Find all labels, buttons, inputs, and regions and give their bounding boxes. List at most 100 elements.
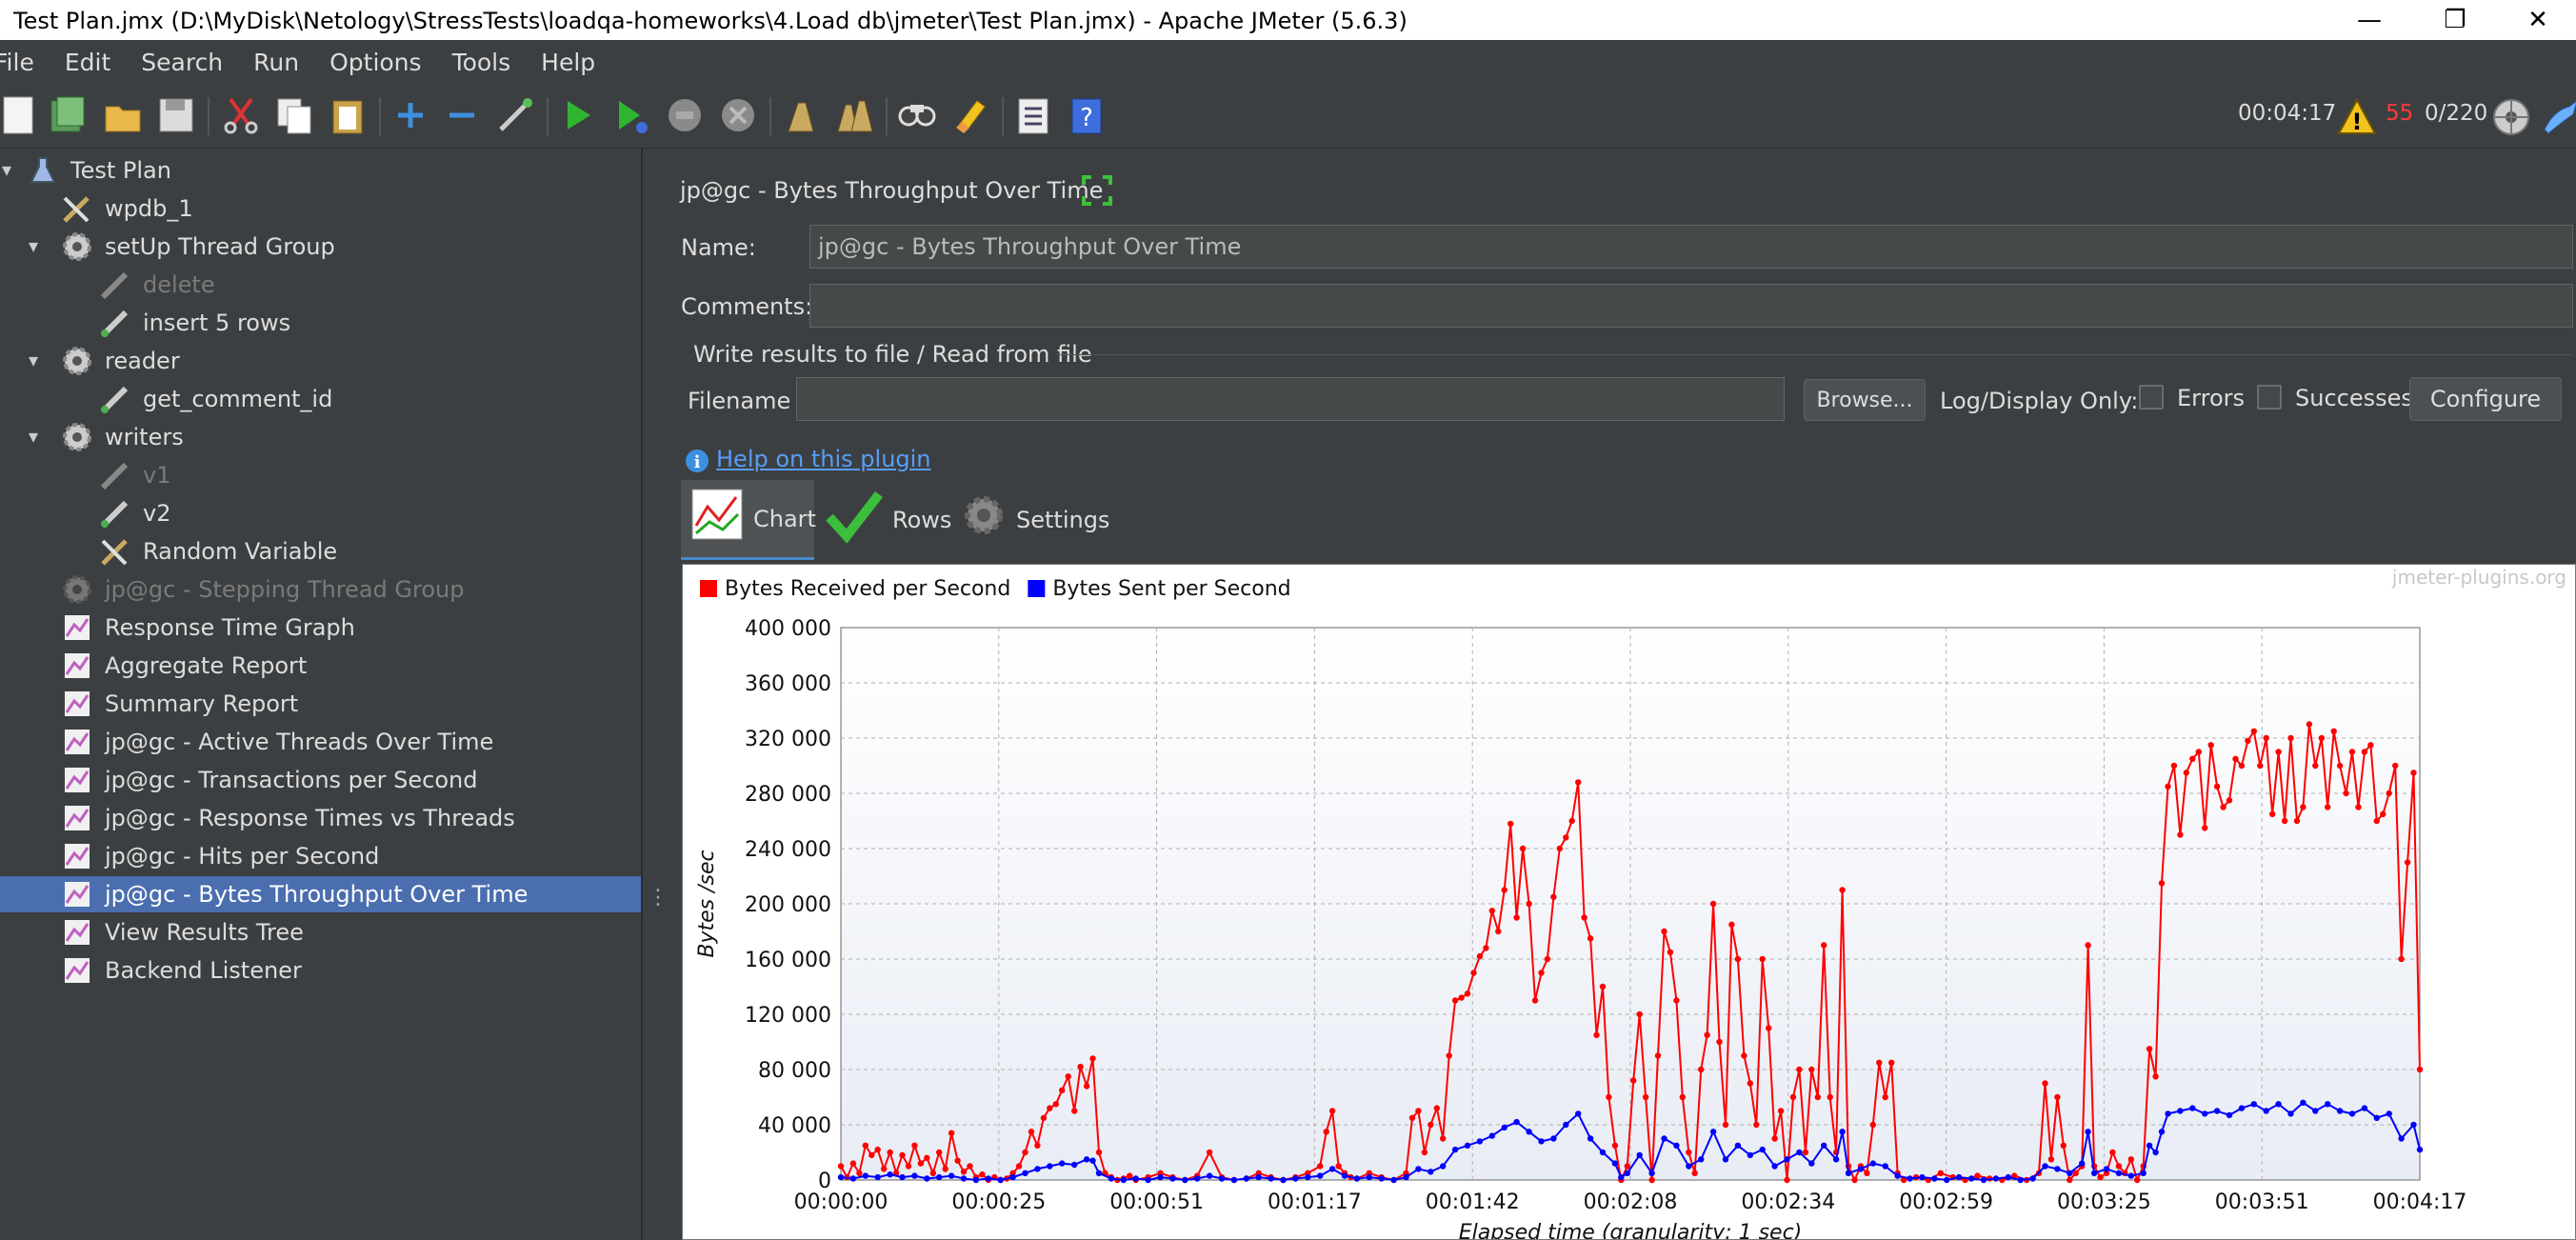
chevron-down-icon[interactable]: ▾ bbox=[29, 234, 38, 257]
data-point bbox=[1716, 1038, 1723, 1046]
fullscreen-icon[interactable] bbox=[1080, 173, 1114, 211]
menu-search[interactable]: Search bbox=[141, 49, 223, 76]
tab-settings[interactable]: Settings bbox=[951, 480, 1132, 560]
close-button[interactable]: ✕ bbox=[2495, 0, 2576, 40]
minimize-button[interactable]: — bbox=[2326, 0, 2412, 40]
tree-node-reader[interactable]: reader bbox=[59, 343, 180, 379]
start-icon[interactable] bbox=[554, 91, 602, 139]
data-point bbox=[1747, 1151, 1754, 1159]
tree-node-stepping-thread-group[interactable]: jp@gc - Stepping Thread Group bbox=[59, 571, 464, 608]
tree-node-wpdb-1[interactable]: wpdb_1 bbox=[59, 190, 193, 227]
menu-options[interactable]: Options bbox=[329, 49, 421, 76]
tree-node-bytes-throughput-over-time[interactable]: jp@gc - Bytes Throughput Over Time bbox=[0, 876, 641, 912]
tree-node-hits-per-second[interactable]: jp@gc - Hits per Second bbox=[59, 838, 379, 874]
data-point bbox=[1814, 1093, 1822, 1101]
data-point bbox=[2189, 1105, 2196, 1111]
tree-node-v2[interactable]: v2 bbox=[97, 495, 170, 531]
y-tick-label: 120 000 bbox=[745, 1004, 831, 1028]
menu-edit[interactable]: Edit bbox=[65, 49, 110, 76]
data-point bbox=[1182, 1176, 1188, 1184]
chevron-down-icon[interactable]: ▾ bbox=[2, 158, 11, 181]
data-point bbox=[960, 1175, 968, 1182]
test-plan-tree: ▾ Test Plan wpdb_1 ▾ setUp Thread Group … bbox=[0, 149, 643, 1240]
data-point bbox=[1869, 1160, 1877, 1167]
save-icon[interactable] bbox=[152, 91, 200, 139]
data-point bbox=[1593, 1031, 1600, 1038]
tab-rows[interactable]: Rows bbox=[816, 480, 951, 560]
filename-field[interactable] bbox=[796, 377, 1785, 421]
tab-chart[interactable]: Chart bbox=[681, 480, 816, 560]
reset-search-icon[interactable] bbox=[947, 91, 994, 139]
clear-icon[interactable] bbox=[777, 91, 825, 139]
tree-node-writers[interactable]: writers bbox=[59, 419, 184, 455]
menu-run[interactable]: Run bbox=[253, 49, 299, 76]
menu-tools[interactable]: Tools bbox=[452, 49, 511, 76]
tree-node-test-plan[interactable]: Test Plan bbox=[25, 152, 171, 189]
tree-node-backend-listener[interactable]: Backend Listener bbox=[59, 952, 302, 989]
function-helper-icon[interactable] bbox=[1009, 91, 1057, 139]
toggle-icon[interactable] bbox=[491, 91, 539, 139]
tree-node-view-results-tree[interactable]: View Results Tree bbox=[59, 914, 304, 950]
search-icon[interactable] bbox=[893, 91, 941, 139]
remote-status-icon bbox=[2487, 93, 2535, 141]
tree-node-get-comment-id[interactable]: get_comment_id bbox=[97, 381, 332, 417]
chevron-down-icon[interactable]: ▾ bbox=[29, 349, 38, 371]
data-point bbox=[1808, 1160, 1815, 1167]
start-no-pauses-icon[interactable] bbox=[608, 91, 655, 139]
data-point bbox=[1451, 1146, 1459, 1153]
warning-icon[interactable]: ! bbox=[2333, 93, 2381, 141]
browse-button[interactable]: Browse... bbox=[1804, 379, 1926, 421]
data-point bbox=[1648, 1176, 1655, 1184]
help-on-plugin-link[interactable]: Help on this plugin bbox=[716, 446, 931, 472]
tree-node-random-variable[interactable]: Random Variable bbox=[97, 533, 337, 570]
data-point bbox=[2134, 1176, 2141, 1184]
menu-help[interactable]: Help bbox=[541, 49, 595, 76]
data-point bbox=[1328, 1108, 1336, 1114]
templates-icon[interactable] bbox=[44, 91, 91, 139]
name-field[interactable]: jp@gc - Bytes Throughput Over Time bbox=[809, 225, 2573, 269]
log-viewer-icon[interactable] bbox=[2537, 93, 2576, 141]
tree-node-insert-5-rows[interactable]: insert 5 rows bbox=[97, 305, 290, 341]
pipette-icon bbox=[97, 457, 133, 493]
errors-checkbox[interactable] bbox=[2139, 385, 2164, 410]
error-count: 55 bbox=[2386, 101, 2414, 126]
log-display-label: Log/Display Only: bbox=[1940, 388, 2139, 414]
data-point bbox=[1931, 1175, 1938, 1182]
copy-icon[interactable] bbox=[270, 91, 318, 139]
tree-node-transactions-per-second[interactable]: jp@gc - Transactions per Second bbox=[59, 762, 478, 798]
expand-icon[interactable] bbox=[387, 91, 434, 139]
help-icon[interactable]: ? bbox=[1063, 91, 1110, 139]
collapse-icon[interactable] bbox=[438, 91, 486, 139]
stop-icon[interactable] bbox=[661, 91, 709, 139]
clear-all-icon[interactable] bbox=[830, 91, 878, 139]
cut-icon[interactable] bbox=[217, 91, 265, 139]
paste-icon[interactable] bbox=[324, 91, 371, 139]
data-point bbox=[2263, 734, 2269, 742]
chevron-down-icon[interactable]: ▾ bbox=[29, 425, 38, 448]
successes-checkbox[interactable] bbox=[2257, 385, 2282, 410]
data-point bbox=[2146, 1142, 2153, 1149]
chart-canvas: 040 00080 000120 000160 000200 000240 00… bbox=[695, 566, 2566, 1239]
data-point bbox=[979, 1171, 986, 1178]
configure-button[interactable]: Configure bbox=[2409, 377, 2562, 421]
tree-node-response-time-graph[interactable]: Response Time Graph bbox=[59, 610, 355, 646]
tree-node-delete[interactable]: delete bbox=[97, 267, 215, 303]
data-point bbox=[1519, 845, 1527, 852]
tree-node-setup-thread-group[interactable]: setUp Thread Group bbox=[59, 229, 335, 265]
tree-node-active-threads-over-time[interactable]: jp@gc - Active Threads Over Time bbox=[59, 724, 493, 760]
tree-node-aggregate-report[interactable]: Aggregate Report bbox=[59, 648, 307, 684]
data-point bbox=[1476, 952, 1484, 960]
menu-file[interactable]: File bbox=[0, 49, 34, 76]
shutdown-icon[interactable] bbox=[714, 91, 762, 139]
comments-field[interactable] bbox=[809, 284, 2573, 328]
maximize-button[interactable]: ❐ bbox=[2412, 0, 2498, 40]
data-point bbox=[1095, 1170, 1103, 1176]
tree-node-summary-report[interactable]: Summary Report bbox=[59, 686, 298, 722]
data-point bbox=[1071, 1108, 1078, 1114]
tree-node-v1[interactable]: v1 bbox=[97, 457, 170, 493]
data-point bbox=[1317, 1172, 1324, 1179]
open-icon[interactable] bbox=[99, 91, 147, 139]
new-icon[interactable] bbox=[0, 91, 42, 139]
split-pane-divider[interactable]: ⋮ bbox=[648, 886, 669, 924]
tree-node-response-times-vs-threads[interactable]: jp@gc - Response Times vs Threads bbox=[59, 800, 515, 836]
